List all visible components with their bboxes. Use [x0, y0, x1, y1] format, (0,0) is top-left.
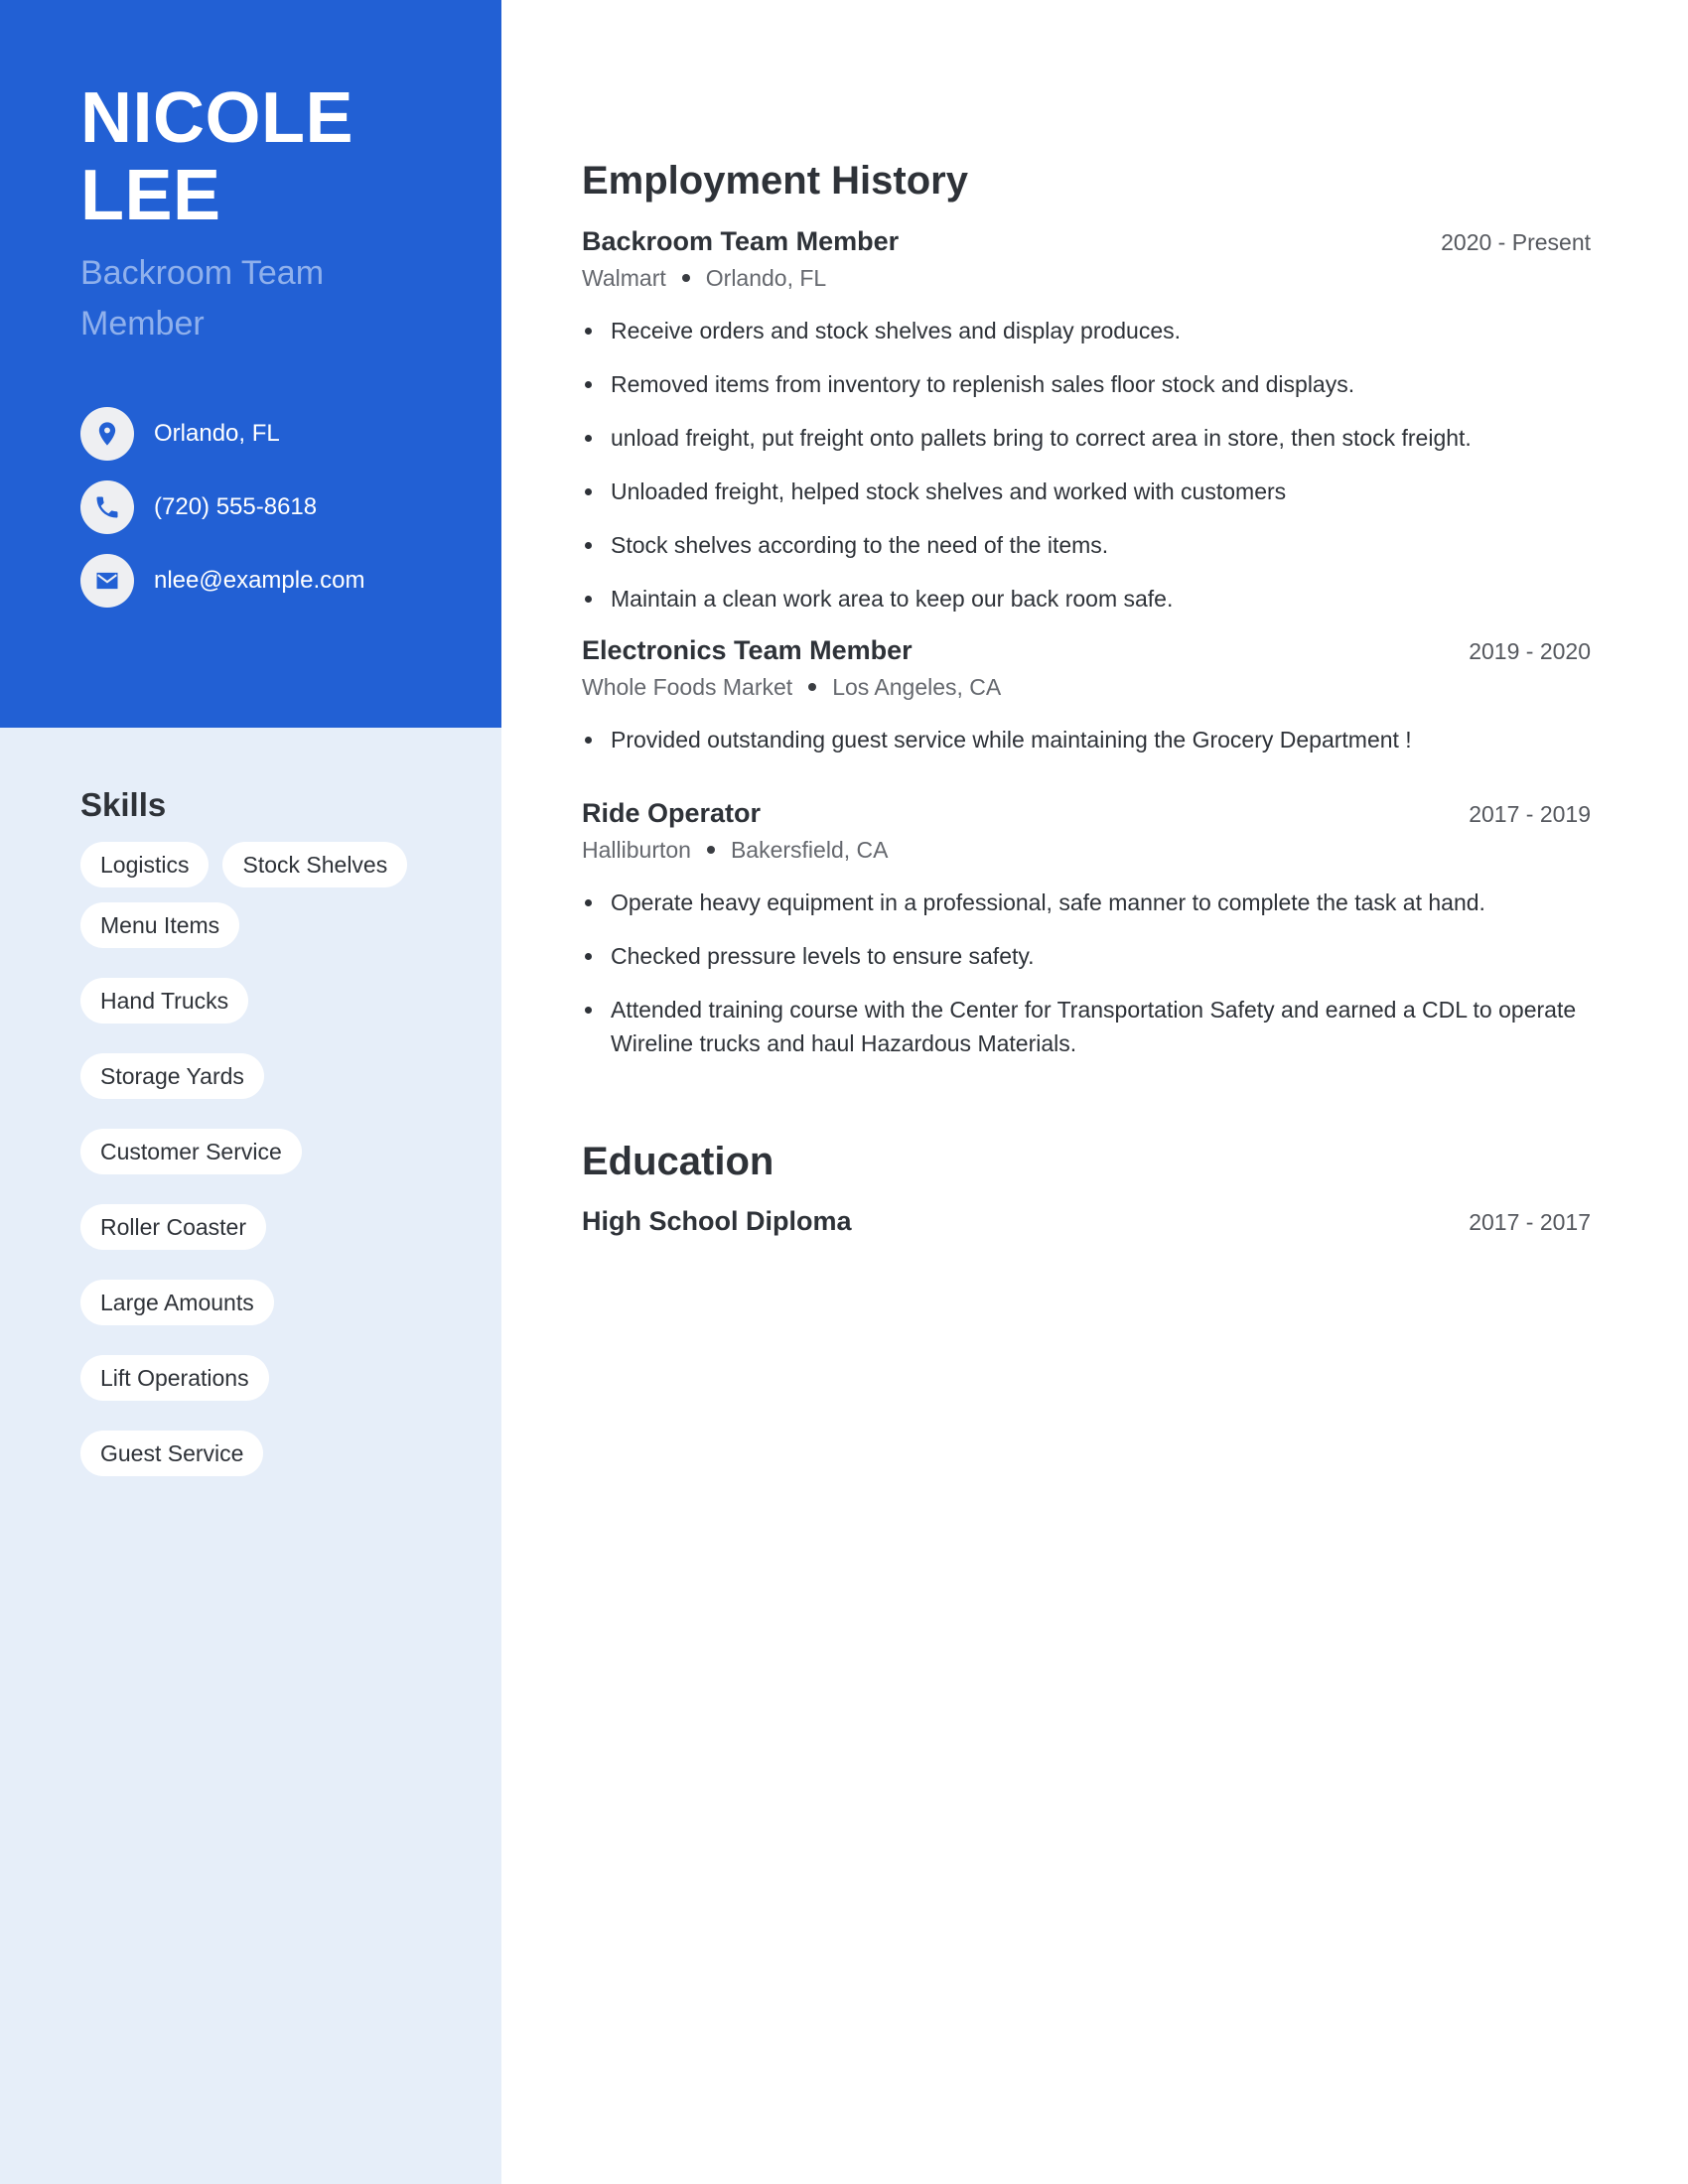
- job-company: Halliburton: [582, 837, 691, 863]
- skill-pill: Logistics: [80, 842, 210, 887]
- sidebar: NICOLE LEE Backroom Team Member Orlando,…: [0, 0, 501, 2184]
- job-location: Bakersfield, CA: [730, 837, 889, 863]
- job-bullet: Checked pressure levels to ensure safety…: [582, 939, 1591, 973]
- last-name: LEE: [80, 156, 221, 235]
- skill-pill: Menu Items: [80, 902, 240, 948]
- job-dates: 2020 - Present: [1441, 229, 1591, 255]
- degree: High School Diploma: [582, 1206, 852, 1236]
- skill-pill: Storage Yards: [80, 1053, 264, 1099]
- job-entry: Electronics Team Member 2019 - 2020 Whol…: [582, 635, 1591, 776]
- skill-pill: Lift Operations: [80, 1355, 269, 1401]
- education-heading: Education: [582, 1140, 774, 1183]
- job-bullet: Unloaded freight, helped stock shelves a…: [582, 475, 1591, 508]
- job-company: Walmart: [582, 265, 666, 291]
- job-bullets: Receive orders and stock shelves and dis…: [582, 314, 1591, 615]
- phone-icon: [80, 480, 134, 534]
- job-bullet: Operate heavy equipment in a professiona…: [582, 886, 1591, 919]
- email-icon: [80, 554, 134, 608]
- skills-list: Logistics Stock Shelves Menu Items Hand …: [80, 842, 438, 1476]
- job-title: Backroom Team Member: [582, 226, 900, 256]
- job-dates: 2019 - 2020: [1469, 638, 1591, 664]
- skill-pill: Stock Shelves: [222, 842, 408, 887]
- job-bullet: Removed items from inventory to replenis…: [582, 367, 1591, 401]
- phone-text[interactable]: (720) 555-8618: [154, 493, 317, 521]
- employment-heading: Employment History: [582, 159, 968, 203]
- location-pin-icon: [80, 407, 134, 461]
- first-name: NICOLE: [80, 78, 354, 158]
- job-company-line: Whole Foods Market Los Angeles, CA: [582, 674, 1591, 701]
- candidate-name: NICOLE LEE: [80, 79, 353, 234]
- job-bullet: Maintain a clean work area to keep our b…: [582, 582, 1591, 615]
- sidebar-header: NICOLE LEE Backroom Team Member Orlando,…: [0, 0, 501, 728]
- contact-email: nlee@example.com: [80, 554, 364, 608]
- job-bullet: unload freight, put freight onto pallets…: [582, 421, 1591, 455]
- separator-dot: [681, 274, 690, 283]
- job-location: Orlando, FL: [705, 265, 827, 291]
- contact-location: Orlando, FL: [80, 407, 280, 461]
- job-entry: Ride Operator 2017 - 2019 Halliburton Bak…: [582, 798, 1591, 1080]
- job-title: Ride Operator: [582, 798, 762, 828]
- candidate-job-title: Backroom Team Member: [80, 254, 325, 342]
- job-bullets: Provided outstanding guest service while…: [582, 723, 1591, 756]
- skill-pill: Hand Trucks: [80, 978, 249, 1024]
- contact-phone: (720) 555-8618: [80, 480, 317, 534]
- job-entry: Backroom Team Member 2020 - Present Walm…: [582, 226, 1591, 635]
- job-bullet: Stock shelves according to the need of t…: [582, 528, 1591, 562]
- job-bullet: Attended training course with the Center…: [582, 993, 1591, 1060]
- job-company-line: Halliburton Bakersfield, CA: [582, 837, 1591, 864]
- job-dates: 2017 - 2019: [1469, 801, 1591, 827]
- location-text: Orlando, FL: [154, 420, 280, 447]
- job-company: Whole Foods Market: [582, 674, 793, 700]
- separator-dot: [706, 846, 715, 855]
- job-bullet: Receive orders and stock shelves and dis…: [582, 314, 1591, 347]
- skill-pill: Guest Service: [80, 1431, 264, 1476]
- skills-heading: Skills: [80, 786, 167, 823]
- education-entry: High School Diploma 2017 - 2017: [582, 1206, 1591, 1237]
- job-company-line: Walmart Orlando, FL: [582, 265, 1591, 292]
- skill-pill: Large Amounts: [80, 1280, 274, 1325]
- job-bullets: Operate heavy equipment in a professiona…: [582, 886, 1591, 1060]
- education-dates: 2017 - 2017: [1469, 1209, 1591, 1235]
- job-location: Los Angeles, CA: [832, 674, 1002, 700]
- skill-pill: Customer Service: [80, 1129, 302, 1174]
- separator-dot: [808, 683, 817, 692]
- job-bullet: Provided outstanding guest service while…: [582, 723, 1591, 756]
- skill-pill: Roller Coaster: [80, 1204, 266, 1250]
- email-text[interactable]: nlee@example.com: [154, 567, 364, 595]
- job-title: Electronics Team Member: [582, 635, 913, 665]
